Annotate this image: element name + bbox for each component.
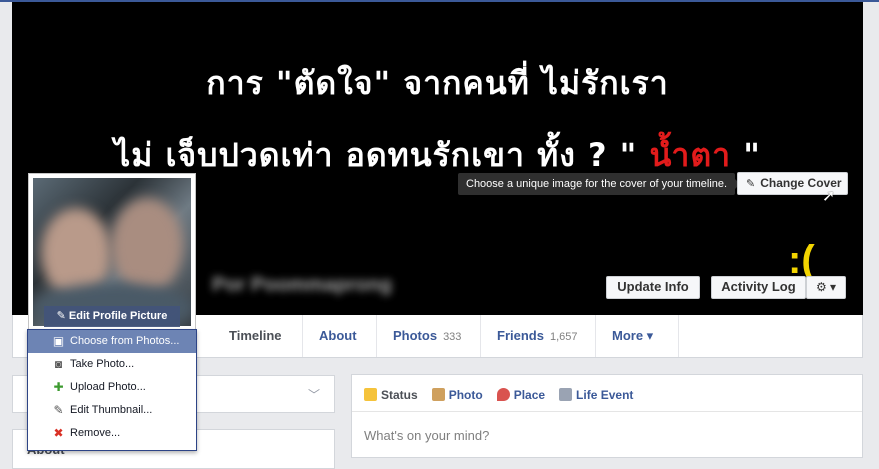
mouse-cursor-icon: ➚ — [822, 188, 836, 205]
status-composer: Status Photo Place Life Event What's on … — [351, 374, 863, 458]
place-pin-icon — [496, 388, 510, 401]
change-cover-tooltip: Choose a unique image for the cover of y… — [458, 173, 741, 195]
edit-profile-picture-pencil-icon: ✎ — [56, 310, 69, 322]
menu-item-label: Upload Photo... — [70, 381, 146, 393]
menu-item-label: Edit Thumbnail... — [70, 404, 153, 416]
menu-item-choose-from-photos[interactable]: ▣ Choose from Photos... — [28, 330, 196, 353]
profile-photo-blur-face-right — [111, 198, 183, 293]
remove-x-icon: ✖ — [53, 426, 64, 440]
status-input[interactable]: What's on your mind? — [364, 428, 489, 443]
composer-tab-photo[interactable]: Photo — [431, 386, 483, 404]
status-icon — [364, 388, 377, 401]
tab-about[interactable]: About — [302, 315, 376, 357]
cover-text-line-2-suffix: " — [743, 136, 761, 174]
tab-timeline[interactable]: Timeline — [213, 315, 313, 357]
composer-tab-life-event-label: Life Event — [576, 388, 634, 402]
chevron-down-icon[interactable]: ﹀ — [308, 386, 320, 403]
tab-more-label: More ▾ — [612, 328, 654, 343]
photos-count: 333 — [443, 331, 462, 343]
composer-tab-life-event[interactable]: Life Event — [559, 386, 633, 404]
cover-text-line-2-prefix: ไม่ เจ็บปวดเท่า อดทนรักเขา ทั้ง ? " — [114, 136, 638, 174]
menu-item-take-photo[interactable]: ◙ Take Photo... — [28, 353, 196, 376]
composer-tab-photo-label: Photo — [448, 388, 483, 402]
menu-item-label: Remove... — [70, 427, 121, 439]
edit-profile-picture-button[interactable]: ✎ Edit Profile Picture — [44, 306, 180, 327]
photo-icon — [431, 388, 445, 401]
tab-more[interactable]: More ▾ — [595, 315, 679, 357]
composer-tabs: Status Photo Place Life Event — [364, 386, 647, 404]
cover-text-line-1: การ "ตัดใจ" จากคนที่ ไม่รักเรา — [206, 64, 669, 102]
composer-tab-place[interactable]: Place — [496, 386, 546, 404]
camera-icon: ◙ — [54, 357, 63, 371]
profile-picture-menu: ▣ Choose from Photos... ◙ Take Photo... … — [27, 329, 197, 451]
tab-photos[interactable]: Photos 333 — [376, 315, 480, 357]
menu-item-edit-thumbnail[interactable]: ✎ Edit Thumbnail... — [28, 399, 196, 422]
menu-item-label: Take Photo... — [70, 358, 135, 370]
tab-timeline-label: Timeline — [229, 328, 282, 343]
pencil-icon: ✎ — [746, 178, 756, 190]
tab-friends[interactable]: Friends 1,657 — [480, 315, 595, 357]
cover-smiley-mark: :( — [788, 238, 815, 282]
composer-tab-status[interactable]: Status — [364, 386, 418, 404]
profile-picture — [33, 178, 191, 326]
menu-item-label: Choose from Photos... — [70, 335, 180, 347]
settings-gear-button[interactable]: ⚙ ▾ — [806, 276, 846, 299]
upload-photo-icon: ✚ — [53, 380, 64, 394]
menu-item-upload-photo[interactable]: ✚ Upload Photo... — [28, 376, 196, 399]
pencil-icon: ✎ — [53, 403, 64, 417]
activity-log-button[interactable]: Activity Log — [711, 276, 806, 299]
blurred-profile-name: Por Poommaprong — [212, 274, 393, 296]
tab-friends-label: Friends — [497, 328, 544, 343]
composer-tab-place-label: Place — [513, 388, 546, 402]
tab-about-label: About — [319, 328, 357, 343]
composer-divider — [352, 411, 862, 412]
friends-count: 1,657 — [549, 331, 578, 343]
photo-album-icon: ▣ — [52, 334, 65, 348]
edit-profile-picture-label: Edit Profile Picture — [68, 310, 168, 322]
life-event-book-icon — [559, 388, 573, 401]
tab-photos-label: Photos — [393, 328, 438, 343]
cover-text-red-word: น้ำตา — [649, 136, 732, 174]
composer-tab-status-label: Status — [381, 388, 418, 402]
menu-item-remove[interactable]: ✖ Remove... — [28, 422, 196, 445]
update-info-button[interactable]: Update Info — [606, 276, 700, 299]
